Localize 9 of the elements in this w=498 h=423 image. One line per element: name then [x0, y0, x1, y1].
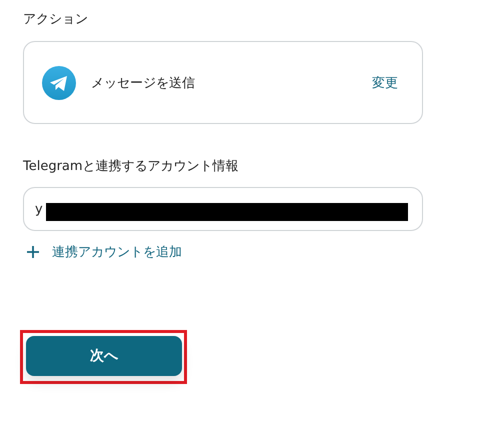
change-link[interactable]: 変更 [372, 74, 398, 92]
next-button[interactable]: 次へ [26, 336, 182, 376]
account-field[interactable]: y [23, 187, 423, 231]
section-label: アクション [23, 12, 89, 28]
section-label: Telegramと連携するアカウント情報 [23, 159, 240, 175]
add-account-link[interactable]: 連携アカウントを追加 [27, 243, 182, 261]
action-name: メッセージを送信 [91, 74, 196, 92]
plus-icon [27, 246, 39, 258]
paper-plane-icon [42, 66, 76, 100]
